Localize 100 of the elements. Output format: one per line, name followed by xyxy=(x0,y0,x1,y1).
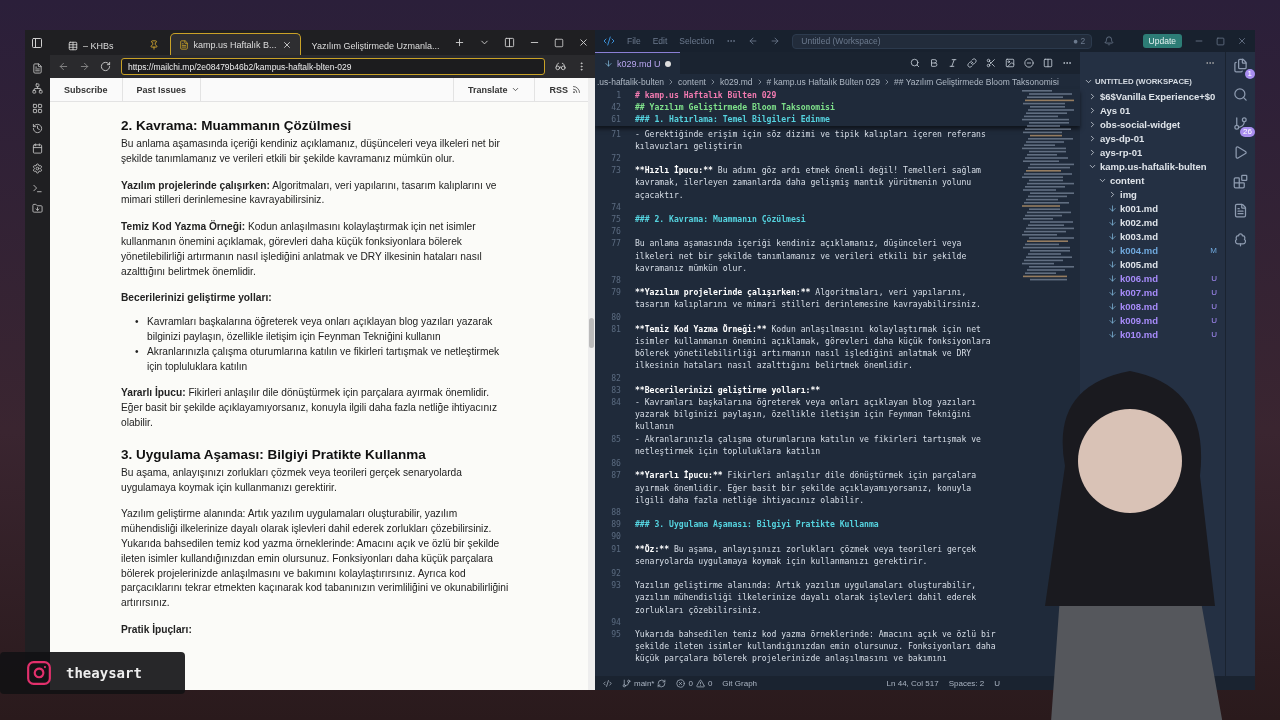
explorer-folder[interactable]: img xyxy=(1080,187,1225,201)
explorer-entry[interactable]: k008.md U xyxy=(1080,299,1225,313)
line-number: 61 xyxy=(610,113,622,126)
line-number: 79 xyxy=(610,286,622,300)
downloads-icon[interactable] xyxy=(32,203,43,214)
explorer-entry[interactable]: k007.md U xyxy=(1080,285,1225,299)
entry-name: obs-social-widget xyxy=(1100,118,1182,130)
new-tab-icon[interactable] xyxy=(454,37,465,48)
explorer-entry[interactable]: k010.md U xyxy=(1080,327,1225,341)
search-icon[interactable] xyxy=(1233,87,1248,102)
breadcrumb-item[interactable]: k029.md xyxy=(720,76,753,87)
update-button[interactable]: Update xyxy=(1142,34,1182,48)
explorer-entry[interactable]: k009.md U xyxy=(1080,313,1225,327)
explorer-entry[interactable]: k004.md M xyxy=(1080,243,1225,257)
problems-status[interactable]: 0 0 xyxy=(676,678,713,688)
menu-item[interactable]: File xyxy=(627,36,641,46)
sidebar-toggle-icon[interactable] xyxy=(31,36,43,49)
forward-icon[interactable] xyxy=(79,61,90,72)
explorer-folder[interactable]: ays-rp-01 xyxy=(1080,145,1225,159)
document-icon[interactable] xyxy=(1233,203,1248,218)
editor-tab[interactable]: k029.md U xyxy=(595,52,680,74)
scissors-icon[interactable] xyxy=(986,58,996,68)
paragraph: Yazılım geliştirme alanında: Artık yazılım uygulamaları oluşturabilir, yazılım mühendisliği ilkelerinize dayalı olarak işlevleri dahil ederek zorlukları çözebilirsiniz. Yukarıda bahsedilen temiz kod yazma örneklerinde: Amacını açık ve özlü bir şekilde ileten isimler kullandığınızdan emin olursunuz. Fonksiyonları daha küçük parçalara bölerek projelerinizde anlaşılmasını ve bakımını kolaylaştırırsınız. Ayrıca kod parçacıklarını tekrar etmekten kaçınarak kod tabanınızın verimliliğini ve okunabilirliğini artırırsınız. xyxy=(121,507,510,611)
explorer-entry[interactable]: k005.md xyxy=(1080,257,1225,271)
explorer-folder[interactable]: obs-social-widget xyxy=(1080,117,1225,131)
forward-icon[interactable] xyxy=(770,36,781,46)
terminal-icon[interactable] xyxy=(32,183,43,194)
explorer-entry[interactable]: k001.md xyxy=(1080,201,1225,215)
code-line: Yukarıda bahsedilen temiz kod yazma örneklerinde: Amacını açık ve özlü bir şekilde ileten isimler kullandığınızdan emin olursunuz. Fonksiyonları daha küçük parçalara bölerek projelerinizde anlaşılmasını ve bakımını xyxy=(635,627,997,665)
line-number: 82 xyxy=(610,371,622,384)
nav-link[interactable]: Subscribe xyxy=(50,78,123,101)
browser-tab[interactable]: Yazılım Geliştirmede Uzmanla... xyxy=(302,35,449,55)
code-line: **Hızlı İpucu:** Bu adımı göz ardı etmek önemli değil! Temelleri sağlam kavramak, ilerleyen zamanlarda daha gelişmiş mantık yürütmenin yolunu açacaktır. xyxy=(635,164,982,201)
explorer-entry[interactable]: k003.md xyxy=(1080,229,1225,243)
browser-tab[interactable]: kamp.us Haftalık B... xyxy=(169,33,301,55)
translate-menu[interactable]: Translate xyxy=(452,78,536,101)
indentation-status[interactable]: Spaces: 2 xyxy=(948,678,985,688)
entry-name: k005.md xyxy=(1120,258,1160,270)
code-line: Yazılım geliştirme alanında: Artık yazılım uygulamaları oluşturabilir, yazılım mühendisliği ilkelerinize dayalı olarak işlevleri dahil ederek zorlukları çözebilirsiniz. xyxy=(635,579,978,616)
source-control-icon[interactable] xyxy=(1233,116,1248,131)
minus-circle-icon[interactable] xyxy=(1024,58,1034,68)
chevron-right-icon xyxy=(709,77,717,86)
caret-icon xyxy=(511,85,521,94)
address-field[interactable]: https://mailchi.mp/2e08479b46b2/kampus-haftalk-blten-029 xyxy=(121,58,545,75)
bold-icon[interactable] xyxy=(929,58,939,68)
line-number: 80 xyxy=(610,310,622,323)
line-number: 71 xyxy=(610,127,622,141)
calendar-icon[interactable] xyxy=(32,143,43,154)
menu-item[interactable]: Selection xyxy=(679,36,715,46)
line-number: 94 xyxy=(610,615,622,628)
explorer-folder[interactable]: kamp.us-haftalik-bulten xyxy=(1080,159,1225,173)
settings-icon[interactable] xyxy=(32,163,43,174)
explorer-folder[interactable]: ays-dp-01 xyxy=(1080,131,1225,145)
close-icon[interactable] xyxy=(578,37,589,48)
explorer-folder[interactable]: Ays 01 xyxy=(1080,103,1225,117)
italic-icon[interactable] xyxy=(948,58,958,68)
scrollbar[interactable] xyxy=(588,78,595,690)
line-number: 1 xyxy=(615,89,622,102)
image-icon[interactable] xyxy=(1005,58,1015,68)
back-icon[interactable] xyxy=(58,61,69,72)
split-icon[interactable] xyxy=(1043,58,1053,68)
tree-icon[interactable] xyxy=(32,83,43,94)
run-icon[interactable] xyxy=(1233,145,1248,160)
line-number: 75 xyxy=(610,213,622,226)
breadcrumb-item[interactable]: content xyxy=(678,76,706,87)
history-icon[interactable] xyxy=(32,123,43,134)
extensions-icon[interactable] xyxy=(1233,174,1248,189)
nav-link[interactable]: Past Issues xyxy=(122,78,202,101)
tree-icon[interactable] xyxy=(1233,232,1248,247)
line-number: 88 xyxy=(610,505,622,519)
paragraph: Temiz Kod Yazma Örneği: Kodun anlaşılmasını kolaylaştırmak için net isimler kullanmanın önemini açıklamak, görevleri daha küçük fonksiyonlara bölerek yönetilebilirliği artırmanın nasıl işlediğini anlatmak ve DRY ilkesinin hataları nasıl azalttığını belirtmek önemlidir. xyxy=(121,220,483,279)
explorer-folder[interactable]: $6$Vanilla Experience+$0 xyxy=(1080,89,1225,103)
sync-icon xyxy=(657,678,667,688)
files-icon[interactable] xyxy=(1233,58,1248,73)
line-number: 84 xyxy=(610,396,622,410)
breadcrumb-item[interactable]: ## Yazılım Geliştirmede Bloom Taksonomisi xyxy=(894,76,1059,87)
reader-icon[interactable] xyxy=(32,63,43,74)
status-item[interactable]: U xyxy=(994,678,1000,688)
breadcrumb-item[interactable]: # kamp.us Haftalık Bülten 029 xyxy=(766,76,880,87)
close-icon[interactable] xyxy=(281,39,292,50)
git-graph-link[interactable]: Git Graph xyxy=(722,678,758,688)
grid-icon[interactable] xyxy=(32,103,43,114)
breadcrumb-item[interactable]: .us-haftalik-bulten xyxy=(597,76,665,87)
bullet: • xyxy=(135,315,140,330)
cursor-position[interactable]: Ln 44, Col 517 xyxy=(886,678,939,688)
link-icon[interactable] xyxy=(967,58,977,68)
explorer-entry[interactable]: k006.md U xyxy=(1080,271,1225,285)
reading-mode-icon[interactable] xyxy=(555,61,566,72)
explorer-folder[interactable]: content xyxy=(1080,173,1225,187)
split-view-icon[interactable] xyxy=(504,37,515,48)
markdown-file-icon xyxy=(1108,259,1117,269)
line-number: 90 xyxy=(610,530,622,543)
explorer-entry[interactable]: k002.md xyxy=(1080,215,1225,229)
pin-icon[interactable] xyxy=(148,39,159,50)
branch-status[interactable]: main* xyxy=(622,678,667,688)
reload-icon[interactable] xyxy=(100,61,111,72)
browser-tab[interactable]: – KHBs xyxy=(59,35,168,55)
back-icon[interactable] xyxy=(748,36,759,46)
line-number: 76 xyxy=(610,225,622,238)
menu-item[interactable]: Edit xyxy=(652,36,668,46)
